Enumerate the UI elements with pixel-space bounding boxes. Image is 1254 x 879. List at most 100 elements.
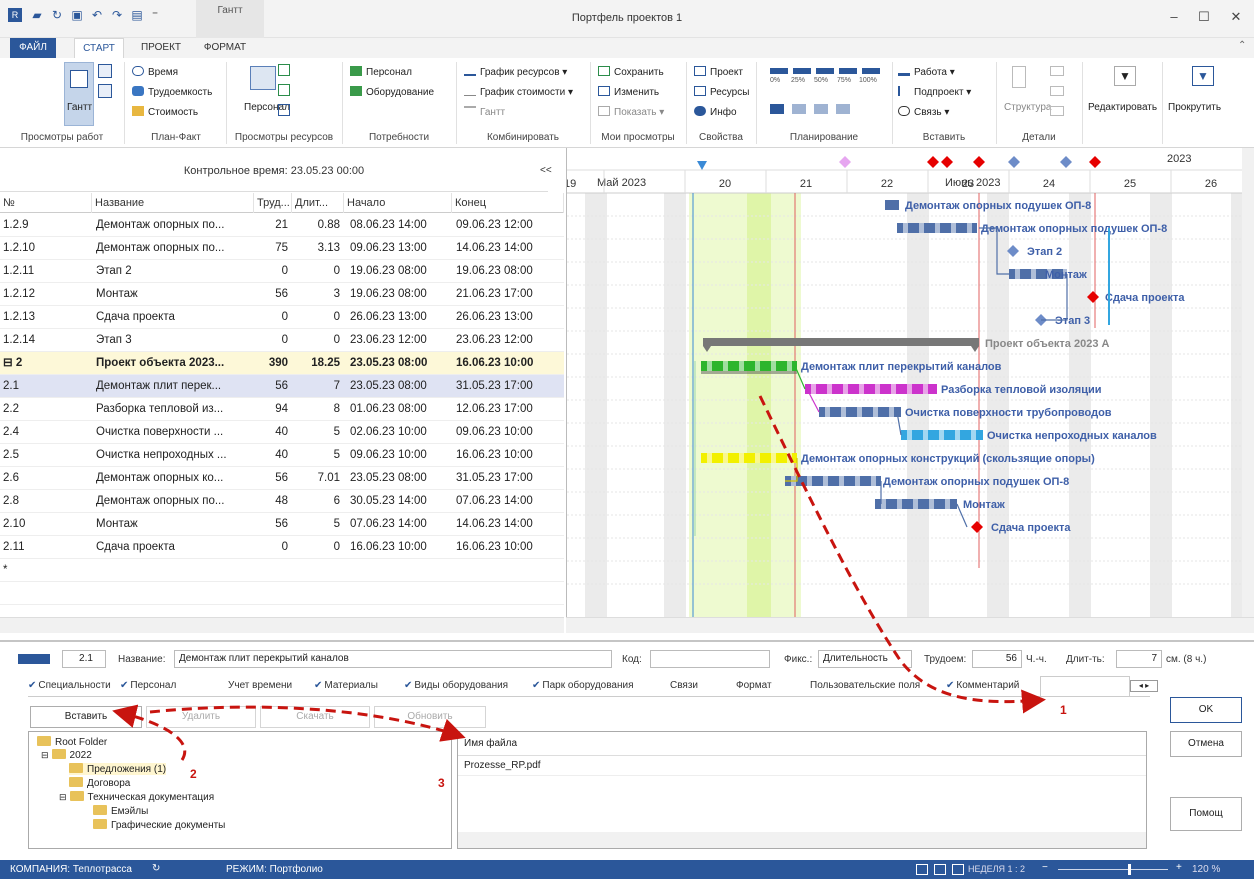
unlink-tasks-icon[interactable] (836, 104, 850, 114)
col-header-end[interactable]: Конец (452, 193, 564, 213)
combine-gantt[interactable]: Гантт (464, 106, 505, 118)
table-row[interactable]: 2.11 Сдача проекта 0 0 16.06.23 10:00 16.06.2… (0, 536, 564, 559)
my-views-edit[interactable]: Изменить (598, 86, 659, 98)
progress-100-icon[interactable] (862, 68, 880, 74)
delete-doc-button[interactable]: Удалить (146, 706, 256, 728)
res-usage-icon[interactable] (278, 84, 290, 96)
link-tasks-icon[interactable] (814, 104, 828, 114)
table-row[interactable]: 1.2.12 Монтаж 56 3 19.06.23 08:00 21.06.23 17… (0, 283, 564, 306)
sync-icon[interactable]: ↻ (152, 863, 160, 874)
detail-tab[interactable]: Связи (670, 680, 698, 691)
task-color-swatch[interactable] (18, 654, 50, 664)
fix-select[interactable]: Длительность (818, 650, 912, 668)
my-views-show[interactable]: Показать ▾ (598, 106, 664, 118)
needs-personnel[interactable]: Персонал (350, 66, 412, 78)
progress-75-icon[interactable] (839, 68, 857, 74)
detail-tab[interactable]: ✔ Комментарий (946, 680, 1019, 691)
props-resources[interactable]: Ресурсы (694, 86, 749, 98)
table-row[interactable]: 2.10 Монтаж 56 5 07.06.23 14:00 14.06.23 14:0… (0, 513, 564, 536)
zoom-out-icon[interactable]: − (1042, 862, 1048, 873)
grid-layout-icon[interactable] (934, 864, 946, 875)
zoom-in-icon[interactable]: + (1176, 862, 1182, 873)
table-row[interactable]: 2.2 Разборка тепловой из... 94 8 01.06.23 08… (0, 398, 564, 421)
name-field[interactable]: Демонтаж плит перекрытий каналов (174, 650, 612, 668)
gantt-chart[interactable]: 2023Май 2023Июнь 2023192021222324252627Д… (566, 148, 1242, 618)
filter-edit-icon[interactable]: ▼ (1114, 66, 1136, 86)
tab-project[interactable]: ПРОЕКТ (136, 38, 186, 58)
personnel-view-icon[interactable] (250, 66, 276, 90)
detail-tab[interactable]: Формат (736, 680, 772, 691)
files-header[interactable]: Имя файла (458, 732, 1146, 756)
tree-proposals[interactable]: Предложения (1) (69, 763, 167, 775)
detail-tab[interactable]: Учет времени (228, 680, 292, 691)
indent-icon[interactable] (1050, 66, 1064, 76)
col-header-name[interactable]: Название (92, 193, 254, 213)
status-week[interactable]: НЕДЕЛЯ 1 : 2 (968, 864, 1025, 874)
res-sheet-icon[interactable] (278, 64, 290, 76)
table-view-icon[interactable] (98, 84, 112, 98)
schedule-icon[interactable] (770, 104, 784, 114)
table-row[interactable]: 1.2.9 Демонтаж опорных по... 21 0.88 08.06.2… (0, 214, 564, 237)
code-field[interactable] (650, 650, 770, 668)
tab-start[interactable]: СТАРТ (74, 38, 124, 58)
tree-root[interactable]: Root Folder (37, 736, 107, 748)
ok-button[interactable]: OK (1170, 697, 1242, 723)
table-row[interactable]: 1.2.10 Демонтаж опорных по... 75 3.13 09.06.… (0, 237, 564, 260)
combine-cost-chart[interactable]: График стоимости ▾ (464, 86, 573, 98)
collapse-ribbon-icon[interactable]: ⌃ (1238, 40, 1246, 51)
progress-25-icon[interactable] (793, 68, 811, 74)
col-header-work[interactable]: Труд... (254, 193, 292, 213)
tree-contracts[interactable]: Договора (69, 777, 130, 789)
duration-field[interactable]: 7 (1116, 650, 1162, 668)
table-row[interactable]: 2.4 Очистка поверхности ... 40 5 02.06.23 10… (0, 421, 564, 444)
task-no-field[interactable]: 2.1 (62, 650, 106, 668)
insert-task[interactable]: Работа ▾ (898, 66, 955, 78)
res-graph-icon[interactable] (278, 104, 290, 116)
table-row[interactable]: 1.2.13 Сдача проекта 0 0 26.06.23 13:00 26.06… (0, 306, 564, 329)
table-row[interactable]: 2.5 Очистка непроходных ... 40 5 09.06.23 10… (0, 444, 564, 467)
tree-emails[interactable]: Емэйлы (93, 805, 148, 817)
insert-doc-button[interactable]: Вставить (30, 706, 142, 728)
structure-button[interactable]: Структура (1004, 102, 1051, 113)
tab-scroll-arrows[interactable]: ◂ ▸ (1130, 680, 1158, 692)
table-row-empty[interactable] (0, 582, 564, 605)
work-field[interactable]: 56 (972, 650, 1022, 668)
tab-file[interactable]: ФАЙЛ (10, 38, 56, 58)
insert-link[interactable]: Связь ▾ (898, 106, 949, 118)
layout-icon[interactable] (916, 864, 928, 875)
tree-graphic-docs[interactable]: Графические документы (93, 819, 225, 831)
table-row[interactable]: 1.2.14 Этап 3 0 0 23.06.23 12:00 23.06.23 12:… (0, 329, 564, 352)
filter-scroll-icon[interactable]: ▼ (1192, 66, 1214, 86)
chart-layout-icon[interactable] (952, 864, 964, 875)
maximize-button[interactable]: ☐ (1190, 6, 1218, 28)
progress-50-icon[interactable] (816, 68, 834, 74)
minimize-button[interactable]: – (1160, 6, 1188, 28)
tree-2022[interactable]: ⊟ 2022 (41, 749, 92, 761)
col-header-no[interactable]: № (0, 193, 92, 213)
detail-tab[interactable]: ✔ Виды оборудования (404, 680, 508, 691)
table-row[interactable]: 2.1 Демонтаж плит перек... 56 7 23.05.23 08:… (0, 375, 564, 398)
my-views-save[interactable]: Сохранить (598, 66, 664, 78)
detail-tab[interactable]: ✔ Персонал (120, 680, 176, 691)
refresh-doc-button[interactable]: Обновить (374, 706, 486, 728)
zoom-slider-thumb[interactable] (1128, 864, 1131, 875)
table-row[interactable]: 1.2.11 Этап 2 0 0 19.06.23 08:00 19.06.23 08:… (0, 260, 564, 283)
cancel-button[interactable]: Отмена (1170, 731, 1242, 757)
download-doc-button[interactable]: Скачать (260, 706, 370, 728)
move-icon[interactable] (1050, 106, 1064, 116)
plan-fact-time[interactable]: Время (132, 66, 178, 78)
progress-0-icon[interactable] (770, 68, 788, 74)
files-hscrollbar[interactable] (458, 832, 1146, 848)
file-row[interactable]: Prozesse_RP.pdf (458, 756, 1146, 776)
network-view-icon[interactable] (98, 64, 112, 78)
needs-equipment[interactable]: Оборудование (350, 86, 434, 98)
tree-tech-docs[interactable]: ⊟ Техническая документация (59, 791, 214, 803)
col-header-duration[interactable]: Длит... (292, 193, 344, 213)
close-button[interactable]: ✕ (1222, 6, 1250, 28)
col-header-start[interactable]: Начало (344, 193, 452, 213)
tab-format[interactable]: ФОРМАТ (198, 38, 252, 58)
table-row[interactable]: * (0, 559, 564, 582)
plan-fact-cost[interactable]: Стоимость (132, 106, 198, 118)
chart-vscrollbar[interactable] (1242, 148, 1254, 618)
table-row[interactable]: ⊟ 2 Проект объекта 2023... 390 18.25 23.05.2… (0, 352, 564, 375)
